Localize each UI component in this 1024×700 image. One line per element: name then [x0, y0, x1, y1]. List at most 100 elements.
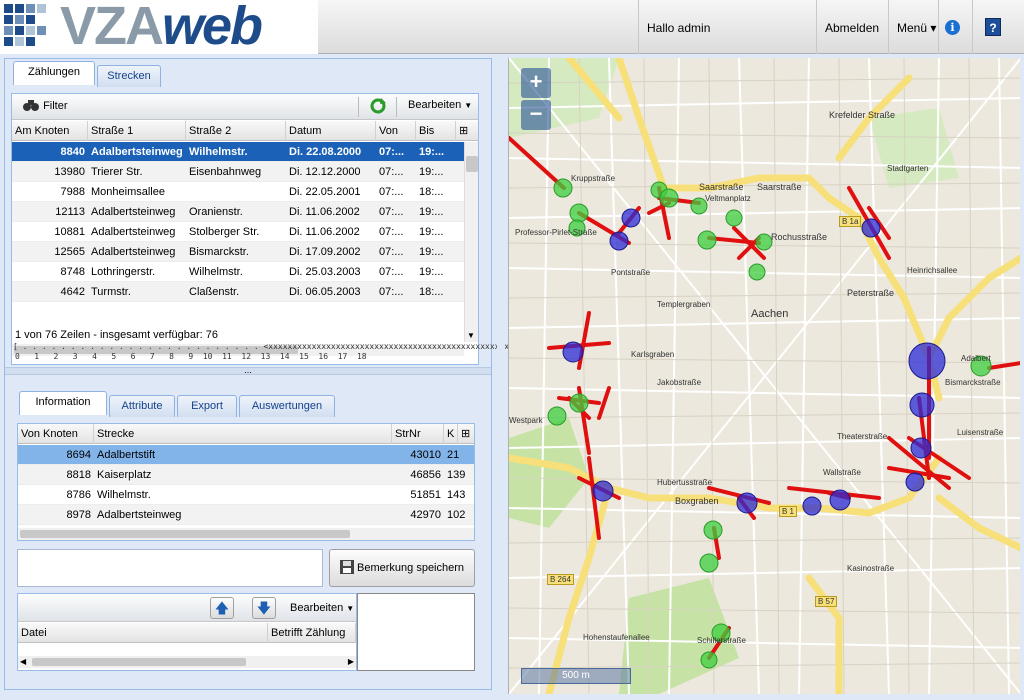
table-cell: Di. 17.09.2002 [289, 246, 361, 258]
count-grid-vscroll[interactable]: ▼ [464, 142, 478, 342]
tab-zaehlungen[interactable]: Zählungen [13, 61, 95, 85]
file-edit-label[interactable]: Bearbeiten [290, 602, 343, 614]
table-cell: Stolberger Str. [189, 226, 260, 238]
menu-dropdown[interactable]: Menü ▾ [888, 0, 938, 54]
table-cell: 07:... [379, 246, 404, 258]
table-row[interactable]: 13980 Trierer Str. Eisenbahnweg Di. 12.12.2… [12, 162, 464, 182]
col-am-knoten[interactable]: Am Knoten [12, 121, 88, 141]
count-grid: Filter Bearbeiten ▼ Am Knoten Straße 1 S… [11, 93, 479, 365]
table-row[interactable]: 12113 Adalbertsteinweg Oranienstr. Di. 11.0… [12, 202, 464, 222]
col-datei[interactable]: Datei [18, 623, 268, 643]
map-label: Hohenstaufenallee [583, 633, 650, 642]
vscroll-thumb[interactable] [466, 156, 478, 172]
table-cell: Di. 22.08.2000 [289, 146, 362, 158]
map-label: Adalbert [961, 354, 991, 363]
info-icon[interactable]: i [945, 20, 960, 35]
file-edit-dropdown[interactable]: Bearbeiten ▼ [290, 602, 354, 614]
col-datum[interactable]: Datum [286, 121, 376, 141]
table-row[interactable]: 8840 Adalbertsteinweg Wilhelmstr. Di. 22.08… [12, 142, 464, 162]
map-label: Kasinostraße [847, 564, 895, 573]
table-cell: Adalbertsteinweg [91, 246, 176, 258]
file-grid-header: Datei Betrifft Zählung [18, 623, 356, 643]
logo-squares-icon [4, 4, 56, 50]
file-grid-hscroll[interactable]: ◀ ▶ [18, 656, 356, 668]
map-label: Heinrichsallee [907, 266, 958, 275]
move-down-button[interactable]: 🡇 [252, 597, 276, 619]
tab-auswertungen[interactable]: Auswertungen [239, 395, 335, 417]
column-menu-icon[interactable]: ⊞ [458, 424, 476, 444]
table-cell: 8818 [66, 469, 91, 481]
col-k[interactable]: K [444, 424, 458, 444]
time-ruler[interactable]: [ . . . . . . . . . . . . . . . . . . . … [13, 342, 524, 351]
hscroll-thumb[interactable] [32, 658, 246, 666]
col-von[interactable]: Von [376, 121, 416, 141]
info-grid: Von Knoten Strecke StrNr K ⊞ 8694 Adalber… [17, 423, 475, 541]
count-markers[interactable] [509, 136, 1020, 669]
toolbar-separator [396, 97, 397, 117]
col-strasse-1[interactable]: Straße 1 [88, 121, 186, 141]
logo-text: VZAweb [60, 0, 263, 54]
map-label: Professor-Pirlet-Straße [515, 228, 597, 237]
filter-label[interactable]: Filter [43, 100, 67, 112]
table-cell: 19:... [419, 246, 444, 258]
tab-attribute[interactable]: Attribute [109, 395, 175, 417]
remark-textarea[interactable] [17, 549, 323, 587]
column-menu-icon[interactable]: ⊞ [456, 121, 478, 141]
col-betrifft-zaehlung[interactable]: Betrifft Zählung [268, 623, 356, 643]
col-strasse-2[interactable]: Straße 2 [186, 121, 286, 141]
col-strecke[interactable]: Strecke [94, 424, 392, 444]
logout-text[interactable]: Abmelden [825, 0, 879, 56]
table-cell: Oranienstr. [189, 206, 243, 218]
table-cell: 139 [447, 469, 466, 481]
splitter-dots: ... [244, 365, 252, 375]
street-network [509, 58, 1020, 694]
table-row[interactable]: 8786 Wilhelmstr. 51851 143 [18, 485, 474, 505]
table-row[interactable]: 10881 Adalbertsteinweg Stolberger Str. Di. … [12, 222, 464, 242]
info-grid-hscroll[interactable] [18, 528, 474, 540]
tab-information[interactable]: Information [19, 391, 107, 415]
edit-dropdown[interactable]: Bearbeiten ▼ [408, 99, 472, 111]
map-label: B 1 [779, 506, 798, 517]
table-row[interactable]: 4642 Turmstr. Claßenstr. Di. 06.05.2003 07:.… [12, 282, 464, 302]
scroll-down-icon[interactable]: ▼ [467, 331, 475, 340]
hscroll-thumb[interactable] [20, 530, 350, 538]
park-area [869, 108, 959, 188]
map-label: Hubertusstraße [657, 478, 713, 487]
table-row[interactable]: 12565 Adalbertsteinweg Bismarckstr. Di. 17.… [12, 242, 464, 262]
tab-strecken[interactable]: Strecken [97, 65, 161, 87]
table-cell: 19:... [419, 206, 444, 218]
table-cell: 102 [447, 509, 466, 521]
map-label: Pontstraße [611, 268, 651, 277]
zoom-in-button[interactable]: + [521, 68, 551, 98]
horizontal-splitter[interactable] [497, 58, 505, 694]
col-von-knoten[interactable]: Von Knoten [18, 424, 94, 444]
scroll-left-icon[interactable]: ◀ [20, 657, 26, 666]
refresh-button[interactable] [370, 98, 386, 117]
map-label: Krupp­straße [571, 174, 616, 183]
table-cell: 19:... [419, 226, 444, 238]
zoom-out-button[interactable]: − [521, 100, 551, 130]
scroll-right-icon[interactable]: ▶ [348, 657, 354, 666]
table-row[interactable]: 8748 Lothringerstr. Wilhelmstr. Di. 25.03.2… [12, 262, 464, 282]
table-cell: 12565 [54, 246, 85, 258]
menu-text[interactable]: Menü ▾ [897, 0, 936, 56]
move-up-button[interactable]: 🡅 [210, 597, 234, 619]
save-remark-button[interactable]: Bemerkung speichern [329, 549, 475, 587]
filter-button[interactable]: Filter [22, 98, 68, 115]
vertical-splitter[interactable]: ... [5, 365, 491, 375]
table-row[interactable]: 8978 Adalbertsteinweg 42970 102 [18, 505, 474, 525]
map-label: Westpark [509, 416, 543, 425]
map-view[interactable]: Aachen Saarstraße Saarstraße Veltmanplatz Ro… [508, 58, 1020, 694]
table-row[interactable]: 8694 Adalbertstift 43010 21 [18, 445, 474, 465]
col-bis[interactable]: Bis [416, 121, 456, 141]
col-strnr[interactable]: StrNr [392, 424, 444, 444]
count-grid-status: 1 von 76 Zeilen - insgesamt verfügbar: 7… [15, 329, 219, 341]
logout-link[interactable]: Abmelden [816, 0, 888, 54]
save-remark-label[interactable]: Bemerkung speichern [357, 562, 464, 574]
table-row[interactable]: 7988 Monheimsallee Di. 22.05.2001 07:... 18:… [12, 182, 464, 202]
table-cell: 18:... [419, 186, 444, 198]
table-row[interactable]: 8818 Kaiserplatz 46856 139 [18, 465, 474, 485]
tab-export[interactable]: Export [177, 395, 237, 417]
edit-label[interactable]: Bearbeiten [408, 99, 461, 111]
help-icon[interactable]: ? [985, 18, 1001, 36]
